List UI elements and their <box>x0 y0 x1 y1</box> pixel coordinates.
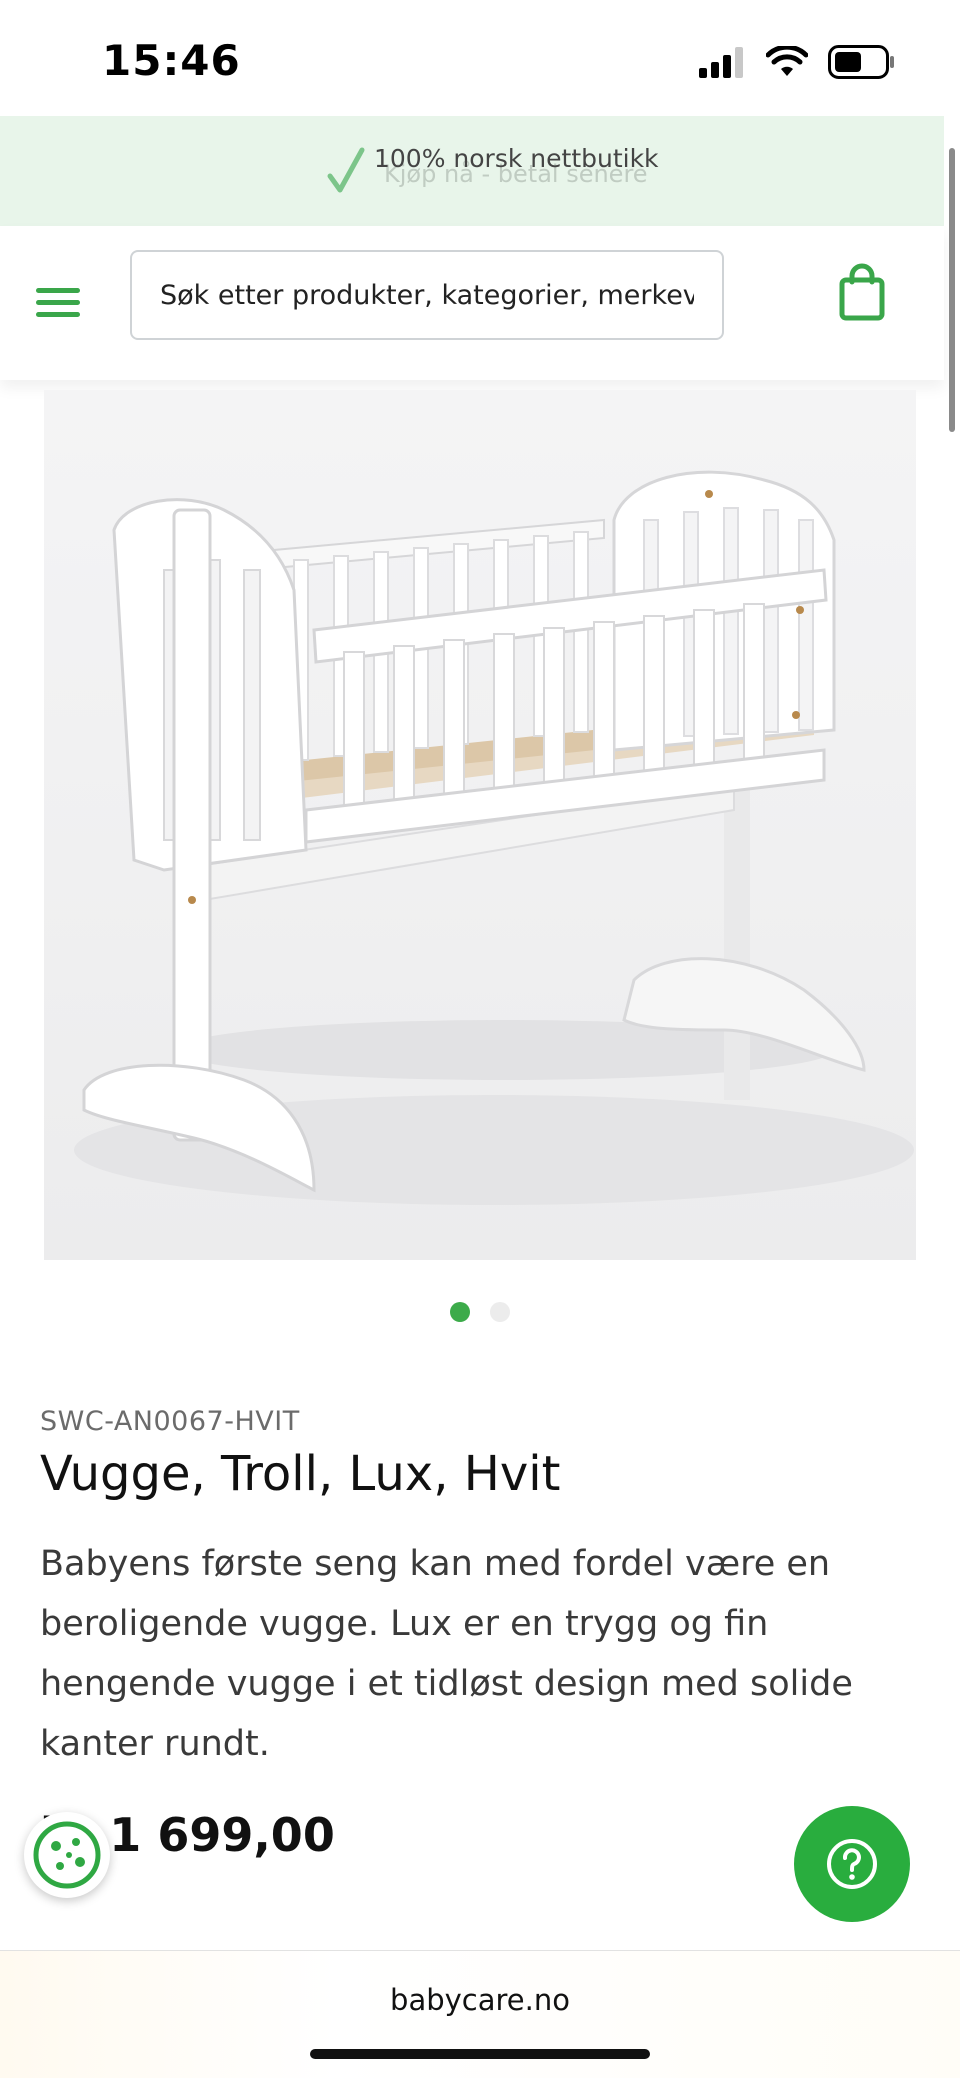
site-header <box>0 226 944 380</box>
carousel-dot-1[interactable] <box>450 1302 470 1322</box>
help-button[interactable] <box>794 1806 910 1922</box>
promo-text: 100% norsk nettbutikk <box>374 144 659 173</box>
product-title: Vugge, Troll, Lux, Hvit <box>40 1446 561 1502</box>
product-sku: SWC-AN0067-HVIT <box>40 1406 300 1437</box>
question-mark-icon <box>827 1839 877 1889</box>
battery-icon <box>828 45 894 79</box>
status-time: 15:46 <box>102 36 241 85</box>
cradle-illustration <box>74 470 914 1205</box>
status-icons <box>698 42 896 82</box>
search-input[interactable] <box>132 252 722 338</box>
search-box <box>130 250 724 340</box>
product-page: 15:46 Kjøp nå - betal senere 100% norsk … <box>0 0 960 2078</box>
shopping-bag-icon[interactable] <box>836 262 888 322</box>
wifi-icon <box>766 46 808 76</box>
browser-url-bar[interactable]: babycare.no <box>0 1950 960 2078</box>
product-description: Babyens første seng kan med fordel være … <box>40 1544 853 1764</box>
home-indicator <box>310 2049 650 2059</box>
hamburger-menu-icon[interactable] <box>34 272 84 332</box>
check-icon <box>327 147 365 193</box>
status-bar: 15:46 <box>0 0 960 116</box>
cookie-settings-button[interactable] <box>24 1812 110 1898</box>
promo-banner: Kjøp nå - betal senere 100% norsk nettbu… <box>0 116 944 227</box>
carousel-dots <box>0 1302 960 1326</box>
cellular-signal-icon <box>699 47 743 78</box>
carousel-dot-2[interactable] <box>490 1302 510 1322</box>
url-text: babycare.no <box>390 1983 570 2017</box>
product-image[interactable] <box>44 390 916 1260</box>
cookie-icon <box>33 1821 101 1889</box>
page-scrollbar[interactable] <box>949 148 955 432</box>
